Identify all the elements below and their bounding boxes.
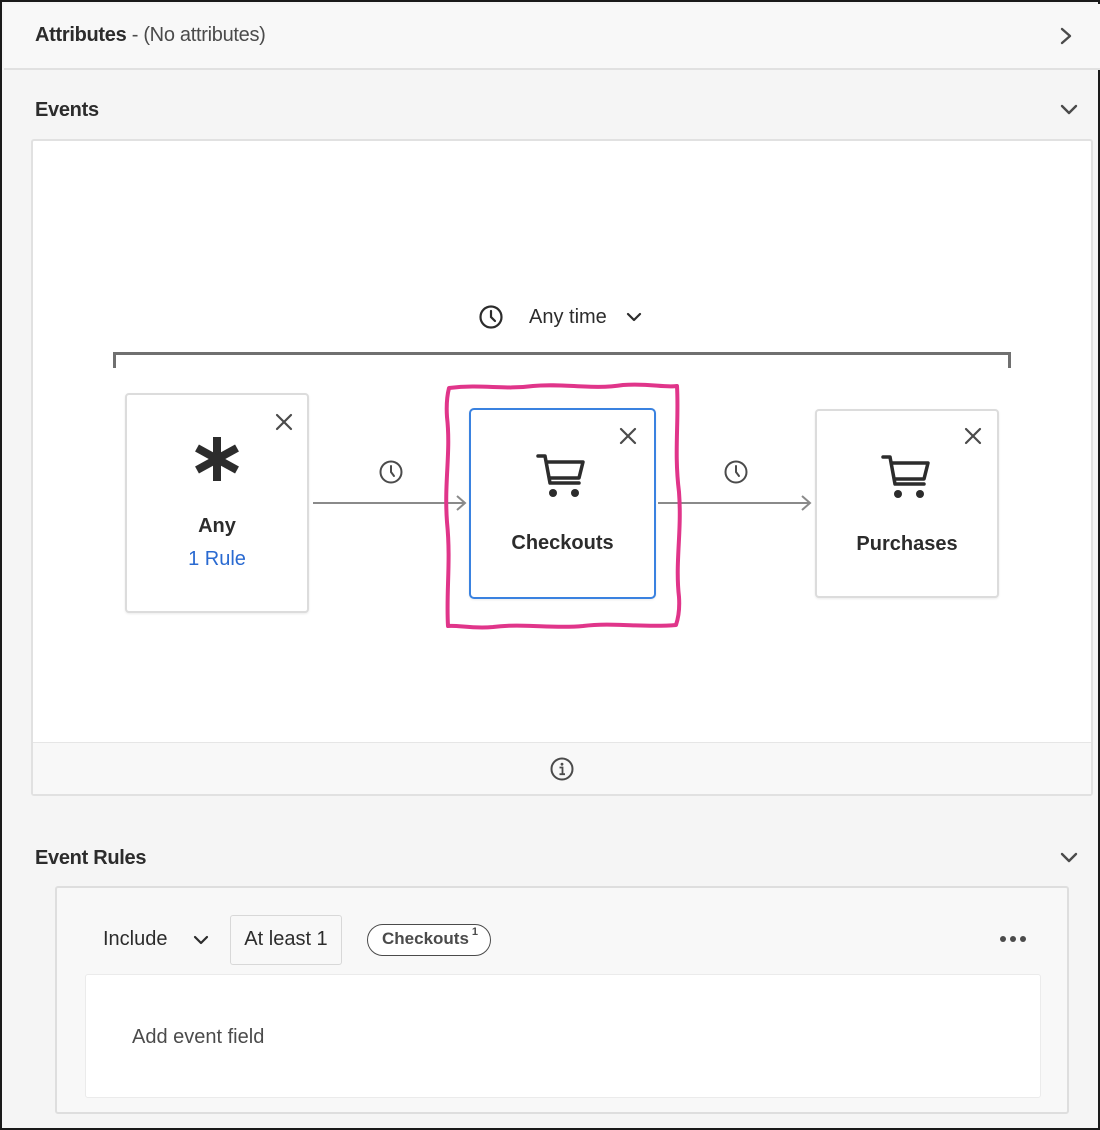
shopping-cart-icon [881, 455, 930, 498]
more-options-icon[interactable] [999, 934, 1027, 944]
highlight-annotation [444, 382, 682, 630]
time-window-selector[interactable]: Any time [478, 301, 643, 333]
close-icon[interactable] [275, 413, 293, 431]
attributes-label: Attributes [35, 24, 127, 46]
sequence-bracket [113, 352, 1011, 368]
segment-builder: Attributes - (No attributes) Events Any … [0, 0, 1100, 1130]
event-rule-card: Include At least 1 Checkouts 1 Add event … [55, 886, 1069, 1114]
time-window-label: Any time [529, 305, 607, 328]
chevron-right-icon[interactable] [1058, 26, 1074, 46]
attributes-summary: - (No attributes) [126, 24, 266, 46]
attributes-section-header[interactable]: Attributes - (No attributes) [4, 4, 1100, 70]
chevron-down-icon[interactable] [1059, 851, 1079, 865]
add-event-field-placeholder: Add event field [132, 1026, 265, 1048]
events-footer [33, 742, 1091, 794]
chevron-down-icon[interactable] [1059, 103, 1079, 117]
rule-count-link[interactable]: 1 Rule [127, 548, 307, 571]
include-dropdown[interactable]: Include [103, 928, 210, 951]
chevron-down-icon [626, 312, 641, 322]
step-label: Any [198, 515, 236, 537]
attributes-title: Attributes - (No attributes) [35, 24, 266, 47]
event-tag-pill[interactable]: Checkouts 1 [367, 924, 492, 956]
step-label: Purchases [856, 533, 958, 555]
event-step-purchases[interactable]: Purchases [815, 409, 999, 598]
events-title: Events [35, 99, 99, 121]
event-field-dropzone[interactable]: Add event field [85, 974, 1041, 1098]
clock-icon[interactable] [723, 459, 749, 485]
include-label: Include [103, 928, 168, 950]
event-step-any[interactable]: Any 1 Rule [125, 393, 309, 613]
event-rules-title: Event Rules [35, 847, 147, 869]
chevron-down-icon [193, 935, 208, 944]
clock-icon [479, 305, 503, 329]
tag-label: Checkouts [382, 929, 469, 948]
count-operator-button[interactable]: At least 1 [230, 915, 342, 965]
asterisk-icon [195, 437, 239, 481]
clock-icon[interactable] [378, 459, 404, 485]
close-icon[interactable] [964, 427, 982, 445]
info-icon[interactable] [549, 756, 575, 782]
tag-count: 1 [471, 926, 479, 938]
